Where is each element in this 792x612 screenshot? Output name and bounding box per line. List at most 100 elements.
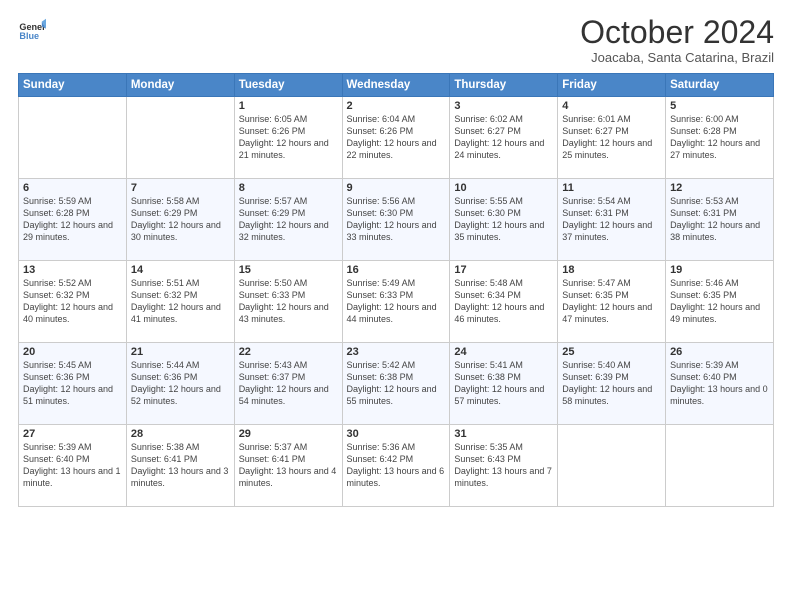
calendar-day-cell: 2Sunrise: 6:04 AM Sunset: 6:26 PM Daylig… bbox=[342, 97, 450, 179]
day-number: 22 bbox=[239, 346, 338, 358]
day-number: 31 bbox=[454, 428, 553, 440]
day-number: 25 bbox=[562, 346, 661, 358]
calendar-day-cell: 13Sunrise: 5:52 AM Sunset: 6:32 PM Dayli… bbox=[19, 261, 127, 343]
day-number: 18 bbox=[562, 264, 661, 276]
day-info: Sunrise: 5:47 AM Sunset: 6:35 PM Dayligh… bbox=[562, 277, 661, 326]
day-number: 28 bbox=[131, 428, 230, 440]
calendar-day-cell: 3Sunrise: 6:02 AM Sunset: 6:27 PM Daylig… bbox=[450, 97, 558, 179]
calendar-day-cell: 17Sunrise: 5:48 AM Sunset: 6:34 PM Dayli… bbox=[450, 261, 558, 343]
location: Joacaba, Santa Catarina, Brazil bbox=[580, 50, 774, 65]
day-info: Sunrise: 5:43 AM Sunset: 6:37 PM Dayligh… bbox=[239, 359, 338, 408]
calendar-day-cell: 4Sunrise: 6:01 AM Sunset: 6:27 PM Daylig… bbox=[558, 97, 666, 179]
day-number: 24 bbox=[454, 346, 553, 358]
day-number: 16 bbox=[347, 264, 446, 276]
day-number: 1 bbox=[239, 100, 338, 112]
day-info: Sunrise: 5:51 AM Sunset: 6:32 PM Dayligh… bbox=[131, 277, 230, 326]
day-info: Sunrise: 5:49 AM Sunset: 6:33 PM Dayligh… bbox=[347, 277, 446, 326]
day-number: 8 bbox=[239, 182, 338, 194]
day-info: Sunrise: 6:05 AM Sunset: 6:26 PM Dayligh… bbox=[239, 113, 338, 162]
day-info: Sunrise: 5:42 AM Sunset: 6:38 PM Dayligh… bbox=[347, 359, 446, 408]
calendar-day-cell: 31Sunrise: 5:35 AM Sunset: 6:43 PM Dayli… bbox=[450, 425, 558, 507]
day-info: Sunrise: 5:56 AM Sunset: 6:30 PM Dayligh… bbox=[347, 195, 446, 244]
calendar-day-cell: 30Sunrise: 5:36 AM Sunset: 6:42 PM Dayli… bbox=[342, 425, 450, 507]
calendar-day-cell: 25Sunrise: 5:40 AM Sunset: 6:39 PM Dayli… bbox=[558, 343, 666, 425]
day-of-week-header: Saturday bbox=[666, 74, 774, 97]
day-number: 3 bbox=[454, 100, 553, 112]
day-info: Sunrise: 5:52 AM Sunset: 6:32 PM Dayligh… bbox=[23, 277, 122, 326]
day-info: Sunrise: 5:54 AM Sunset: 6:31 PM Dayligh… bbox=[562, 195, 661, 244]
day-info: Sunrise: 5:37 AM Sunset: 6:41 PM Dayligh… bbox=[239, 441, 338, 490]
day-info: Sunrise: 5:39 AM Sunset: 6:40 PM Dayligh… bbox=[23, 441, 122, 490]
day-number: 4 bbox=[562, 100, 661, 112]
day-info: Sunrise: 5:35 AM Sunset: 6:43 PM Dayligh… bbox=[454, 441, 553, 490]
svg-text:Blue: Blue bbox=[19, 31, 39, 41]
day-number: 26 bbox=[670, 346, 769, 358]
calendar-day-cell: 26Sunrise: 5:39 AM Sunset: 6:40 PM Dayli… bbox=[666, 343, 774, 425]
calendar-day-cell: 21Sunrise: 5:44 AM Sunset: 6:36 PM Dayli… bbox=[126, 343, 234, 425]
day-number: 7 bbox=[131, 182, 230, 194]
calendar-week-row: 1Sunrise: 6:05 AM Sunset: 6:26 PM Daylig… bbox=[19, 97, 774, 179]
title-block: October 2024 Joacaba, Santa Catarina, Br… bbox=[580, 16, 774, 65]
day-of-week-header: Sunday bbox=[19, 74, 127, 97]
calendar-day-cell: 27Sunrise: 5:39 AM Sunset: 6:40 PM Dayli… bbox=[19, 425, 127, 507]
calendar-day-cell: 20Sunrise: 5:45 AM Sunset: 6:36 PM Dayli… bbox=[19, 343, 127, 425]
day-info: Sunrise: 5:45 AM Sunset: 6:36 PM Dayligh… bbox=[23, 359, 122, 408]
day-of-week-header: Friday bbox=[558, 74, 666, 97]
calendar-week-row: 20Sunrise: 5:45 AM Sunset: 6:36 PM Dayli… bbox=[19, 343, 774, 425]
day-info: Sunrise: 5:53 AM Sunset: 6:31 PM Dayligh… bbox=[670, 195, 769, 244]
calendar-week-row: 27Sunrise: 5:39 AM Sunset: 6:40 PM Dayli… bbox=[19, 425, 774, 507]
day-number: 21 bbox=[131, 346, 230, 358]
day-number: 13 bbox=[23, 264, 122, 276]
calendar-table: SundayMondayTuesdayWednesdayThursdayFrid… bbox=[18, 73, 774, 507]
calendar-day-cell: 14Sunrise: 5:51 AM Sunset: 6:32 PM Dayli… bbox=[126, 261, 234, 343]
calendar-day-cell: 10Sunrise: 5:55 AM Sunset: 6:30 PM Dayli… bbox=[450, 179, 558, 261]
day-info: Sunrise: 6:04 AM Sunset: 6:26 PM Dayligh… bbox=[347, 113, 446, 162]
day-number: 5 bbox=[670, 100, 769, 112]
logo: General Blue bbox=[18, 16, 46, 44]
day-info: Sunrise: 5:59 AM Sunset: 6:28 PM Dayligh… bbox=[23, 195, 122, 244]
day-number: 19 bbox=[670, 264, 769, 276]
calendar-day-cell: 28Sunrise: 5:38 AM Sunset: 6:41 PM Dayli… bbox=[126, 425, 234, 507]
day-info: Sunrise: 5:55 AM Sunset: 6:30 PM Dayligh… bbox=[454, 195, 553, 244]
day-info: Sunrise: 5:41 AM Sunset: 6:38 PM Dayligh… bbox=[454, 359, 553, 408]
calendar-day-cell: 6Sunrise: 5:59 AM Sunset: 6:28 PM Daylig… bbox=[19, 179, 127, 261]
calendar-day-cell bbox=[19, 97, 127, 179]
day-info: Sunrise: 5:39 AM Sunset: 6:40 PM Dayligh… bbox=[670, 359, 769, 408]
day-number: 9 bbox=[347, 182, 446, 194]
day-of-week-header: Thursday bbox=[450, 74, 558, 97]
day-number: 30 bbox=[347, 428, 446, 440]
day-of-week-header: Wednesday bbox=[342, 74, 450, 97]
day-info: Sunrise: 5:48 AM Sunset: 6:34 PM Dayligh… bbox=[454, 277, 553, 326]
calendar-day-cell: 18Sunrise: 5:47 AM Sunset: 6:35 PM Dayli… bbox=[558, 261, 666, 343]
calendar-day-cell: 5Sunrise: 6:00 AM Sunset: 6:28 PM Daylig… bbox=[666, 97, 774, 179]
logo-icon: General Blue bbox=[18, 16, 46, 44]
day-info: Sunrise: 5:36 AM Sunset: 6:42 PM Dayligh… bbox=[347, 441, 446, 490]
day-info: Sunrise: 5:46 AM Sunset: 6:35 PM Dayligh… bbox=[670, 277, 769, 326]
day-number: 23 bbox=[347, 346, 446, 358]
day-info: Sunrise: 6:02 AM Sunset: 6:27 PM Dayligh… bbox=[454, 113, 553, 162]
calendar-day-cell: 24Sunrise: 5:41 AM Sunset: 6:38 PM Dayli… bbox=[450, 343, 558, 425]
day-info: Sunrise: 5:57 AM Sunset: 6:29 PM Dayligh… bbox=[239, 195, 338, 244]
calendar-day-cell: 12Sunrise: 5:53 AM Sunset: 6:31 PM Dayli… bbox=[666, 179, 774, 261]
day-number: 10 bbox=[454, 182, 553, 194]
calendar-day-cell: 19Sunrise: 5:46 AM Sunset: 6:35 PM Dayli… bbox=[666, 261, 774, 343]
calendar-header-row: SundayMondayTuesdayWednesdayThursdayFrid… bbox=[19, 74, 774, 97]
day-info: Sunrise: 5:38 AM Sunset: 6:41 PM Dayligh… bbox=[131, 441, 230, 490]
month-title: October 2024 bbox=[580, 16, 774, 48]
page-header: General Blue October 2024 Joacaba, Santa… bbox=[18, 16, 774, 65]
calendar-day-cell: 1Sunrise: 6:05 AM Sunset: 6:26 PM Daylig… bbox=[234, 97, 342, 179]
calendar-day-cell bbox=[558, 425, 666, 507]
calendar-day-cell: 8Sunrise: 5:57 AM Sunset: 6:29 PM Daylig… bbox=[234, 179, 342, 261]
day-info: Sunrise: 5:44 AM Sunset: 6:36 PM Dayligh… bbox=[131, 359, 230, 408]
day-of-week-header: Tuesday bbox=[234, 74, 342, 97]
calendar-day-cell bbox=[126, 97, 234, 179]
day-number: 14 bbox=[131, 264, 230, 276]
day-number: 29 bbox=[239, 428, 338, 440]
calendar-day-cell: 23Sunrise: 5:42 AM Sunset: 6:38 PM Dayli… bbox=[342, 343, 450, 425]
day-number: 27 bbox=[23, 428, 122, 440]
day-number: 17 bbox=[454, 264, 553, 276]
day-info: Sunrise: 5:40 AM Sunset: 6:39 PM Dayligh… bbox=[562, 359, 661, 408]
day-number: 15 bbox=[239, 264, 338, 276]
day-number: 6 bbox=[23, 182, 122, 194]
day-info: Sunrise: 5:50 AM Sunset: 6:33 PM Dayligh… bbox=[239, 277, 338, 326]
